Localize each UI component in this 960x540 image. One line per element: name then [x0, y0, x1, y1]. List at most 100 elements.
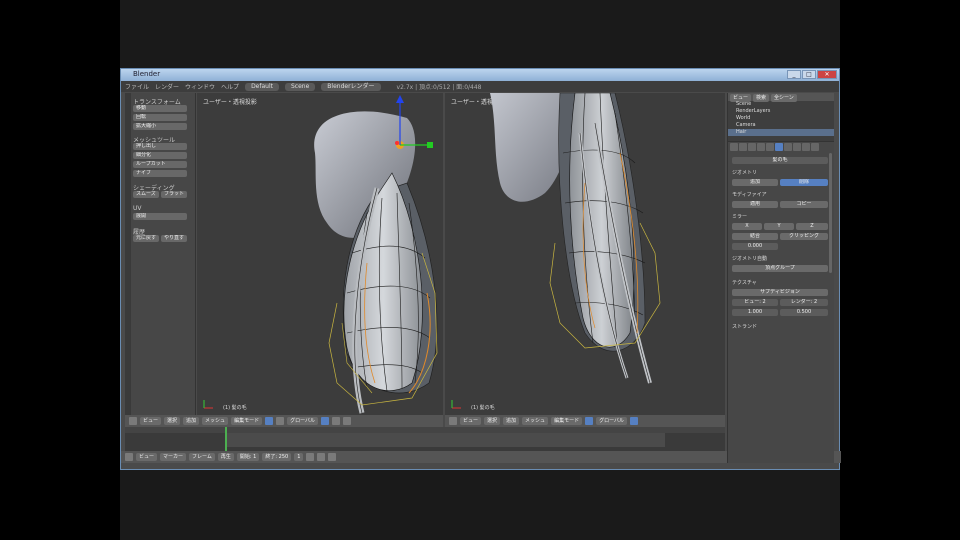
mode-selector[interactable]: 編集モード: [551, 417, 583, 425]
editor-type-icon[interactable]: [449, 417, 457, 425]
header-view-menu[interactable]: ビュー: [460, 417, 482, 425]
section-mirror[interactable]: ミラー: [732, 213, 828, 220]
tool-undo-button[interactable]: 元に戻す: [133, 235, 159, 242]
header-mesh-menu[interactable]: メッシュ: [202, 417, 229, 425]
mirror-y-toggle[interactable]: Y: [764, 223, 794, 230]
tool-unwrap-button[interactable]: 展開: [133, 213, 187, 220]
modifiers-tab-icon[interactable]: [775, 143, 783, 151]
header-add-menu[interactable]: 追加: [183, 417, 200, 425]
maximize-button[interactable]: □: [802, 70, 816, 79]
mirror-x-toggle[interactable]: X: [732, 223, 762, 230]
vertex-select-icon[interactable]: [630, 417, 639, 425]
outliner-item-world[interactable]: World: [728, 115, 834, 122]
close-button[interactable]: ✕: [817, 70, 837, 79]
texture-tab-icon[interactable]: [802, 143, 810, 151]
strength-field[interactable]: 1.000: [732, 309, 778, 316]
constraints-tab-icon[interactable]: [766, 143, 774, 151]
orientation-selector[interactable]: グローバル: [596, 417, 628, 425]
layout-field[interactable]: Default: [245, 82, 279, 91]
tool-move-button[interactable]: 移動: [133, 105, 187, 112]
tool-smooth-button[interactable]: スムーズ: [133, 191, 159, 198]
hair-mesh-right[interactable]: [445, 93, 725, 415]
tool-redo-button[interactable]: やり直す: [161, 235, 187, 242]
timeline-frame-menu[interactable]: フレーム: [189, 453, 215, 461]
timeline-playback-menu[interactable]: 再生: [217, 453, 234, 461]
mode-selector[interactable]: 編集モード: [231, 417, 263, 425]
merge-toggle[interactable]: 結合: [732, 233, 778, 240]
outliner-display-mode[interactable]: 全シーン: [771, 94, 797, 102]
hair-mesh-left[interactable]: [197, 93, 443, 415]
timeline[interactable]: [125, 427, 725, 451]
outliner-item-renderlayers[interactable]: RenderLayers: [728, 108, 834, 115]
apply-button[interactable]: 適用: [732, 201, 778, 208]
remove-button[interactable]: 削除: [780, 179, 828, 186]
timeline-view-menu[interactable]: ビュー: [136, 453, 158, 461]
data-tab-icon[interactable]: [784, 143, 792, 151]
header-view-menu[interactable]: ビュー: [140, 417, 162, 425]
properties-scrollbar[interactable]: [829, 153, 832, 273]
orientation-selector[interactable]: グローバル: [287, 417, 319, 425]
tool-tabs[interactable]: [125, 93, 131, 415]
edge-select-icon[interactable]: [332, 417, 341, 425]
section-geometry[interactable]: ジオメトリ: [732, 169, 828, 176]
header-mesh-menu[interactable]: メッシュ: [522, 417, 549, 425]
merge-limit-field[interactable]: 0.000: [732, 243, 778, 250]
vertex-select-icon[interactable]: [321, 417, 330, 425]
offset-field[interactable]: 0.500: [780, 309, 828, 316]
tool-loopcut-button[interactable]: ループカット: [133, 161, 187, 168]
object-tab-icon[interactable]: [757, 143, 765, 151]
tool-scale-button[interactable]: 拡大縮小: [133, 123, 187, 130]
outliner-item-camera[interactable]: Camera: [728, 122, 834, 129]
mirror-z-toggle[interactable]: Z: [796, 223, 828, 230]
world-tab-icon[interactable]: [748, 143, 756, 151]
add-button[interactable]: 追加: [732, 179, 778, 186]
tool-rotate-button[interactable]: 回転: [133, 114, 187, 121]
current-frame-field[interactable]: 1: [294, 453, 304, 461]
jump-start-icon[interactable]: [306, 453, 315, 461]
outliner-item-hair[interactable]: Hair: [728, 129, 834, 136]
tool-knife-button[interactable]: ナイフ: [133, 170, 187, 177]
jump-end-icon[interactable]: [328, 453, 337, 461]
engine-field[interactable]: Blenderレンダー: [321, 82, 381, 91]
play-icon[interactable]: [317, 453, 326, 461]
menu-window[interactable]: ウィンドウ: [185, 82, 215, 91]
section-texture[interactable]: テクスチャ: [732, 279, 828, 286]
viewport-left[interactable]: ユーザー・透視投影 (1) 髪の毛: [197, 93, 443, 415]
section-modifiers[interactable]: モディファイア: [732, 191, 828, 198]
menu-help[interactable]: ヘルプ: [221, 82, 239, 91]
menu-render[interactable]: レンダー: [155, 82, 179, 91]
tool-subdivide-button[interactable]: 細分化: [133, 152, 187, 159]
material-tab-icon[interactable]: [793, 143, 801, 151]
particles-tab-icon[interactable]: [811, 143, 819, 151]
render-levels-field[interactable]: レンダー: 2: [780, 299, 828, 306]
editor-type-icon[interactable]: [125, 453, 133, 461]
menu-file[interactable]: ファイル: [125, 82, 149, 91]
header-add-menu[interactable]: 追加: [503, 417, 520, 425]
shading-icon[interactable]: [265, 417, 274, 425]
section-strand[interactable]: ストランド: [732, 323, 828, 330]
scene-field[interactable]: Scene: [285, 82, 316, 91]
header-select-menu[interactable]: 選択: [484, 417, 501, 425]
pivot-icon[interactable]: [276, 417, 285, 425]
outliner-search-menu[interactable]: 検索: [753, 94, 770, 102]
vertex-group-button[interactable]: 頂点グループ: [732, 265, 828, 272]
subdivision-button[interactable]: サブディビジョン: [732, 289, 828, 296]
timeline-marker-menu[interactable]: マーカー: [160, 453, 187, 461]
header-select-menu[interactable]: 選択: [164, 417, 181, 425]
copy-button[interactable]: コピー: [780, 201, 828, 208]
tool-flat-button[interactable]: フラット: [161, 191, 187, 198]
outliner-item-scene[interactable]: Scene: [728, 101, 834, 108]
section-geometry-auto[interactable]: ジオメトリ自動: [732, 255, 828, 262]
frame-cursor[interactable]: [225, 427, 227, 451]
scene-tab-icon[interactable]: [739, 143, 747, 151]
clipping-toggle[interactable]: クリッピング: [780, 233, 828, 240]
viewport-right[interactable]: ユーザー・透視投影 (1) 髪の毛: [445, 93, 725, 415]
editor-type-icon[interactable]: [129, 417, 137, 425]
object-name-field[interactable]: 髪の毛: [732, 157, 828, 164]
shading-icon[interactable]: [585, 417, 594, 425]
view-levels-field[interactable]: ビュー: 2: [732, 299, 778, 306]
render-tab-icon[interactable]: [730, 143, 738, 151]
minimize-button[interactable]: _: [787, 70, 801, 79]
face-select-icon[interactable]: [343, 417, 352, 425]
tool-extrude-button[interactable]: 押し出し: [133, 143, 187, 150]
